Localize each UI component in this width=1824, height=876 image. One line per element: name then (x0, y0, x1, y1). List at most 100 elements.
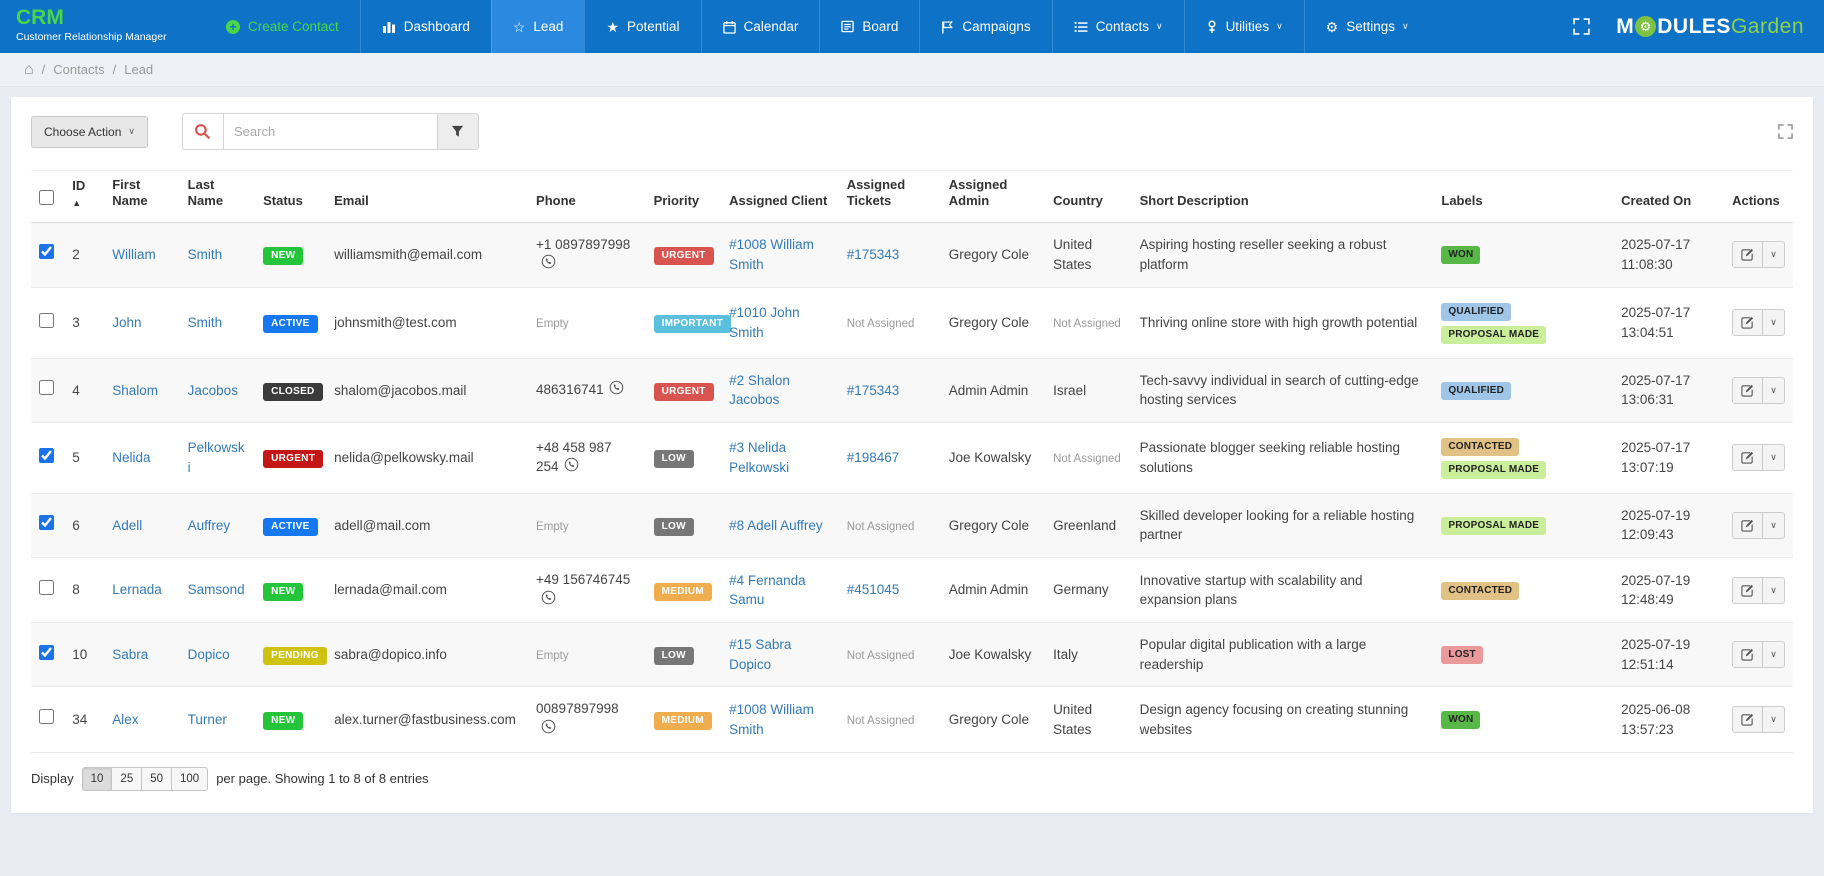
assigned-client-link[interactable]: #4 Fernanda Samu (729, 573, 806, 608)
edit-button[interactable] (1732, 444, 1763, 471)
last-name-link[interactable]: Pelkowski (188, 440, 245, 475)
sort-asc-icon[interactable]: ▲ (72, 198, 96, 209)
whatsapp-icon[interactable] (541, 254, 556, 275)
page-size-button-100[interactable]: 100 (171, 767, 208, 791)
expand-table-icon[interactable] (1778, 124, 1793, 139)
assigned-ticket-link[interactable]: #175343 (847, 383, 900, 398)
assigned-client-link[interactable]: #1008 William Smith (729, 702, 814, 737)
column-header-actions[interactable]: Actions (1724, 171, 1793, 223)
choose-action-button[interactable]: Choose Action ∨ (31, 116, 148, 148)
row-checkbox[interactable] (39, 709, 54, 724)
assigned-client-link[interactable]: #1008 William Smith (729, 237, 814, 272)
row-checkbox[interactable] (39, 580, 54, 595)
assigned-ticket-link[interactable]: #451045 (847, 582, 900, 597)
fullscreen-icon[interactable] (1573, 18, 1590, 35)
first-name-link[interactable]: Shalom (112, 383, 158, 398)
row-checkbox[interactable] (39, 244, 54, 259)
column-header-assigned-admin[interactable]: Assigned Admin (941, 171, 1045, 223)
last-name-link[interactable]: Samsond (188, 582, 245, 597)
assigned-client-link[interactable]: #1010 John Smith (729, 305, 800, 340)
column-header-status[interactable]: Status (255, 171, 326, 223)
nav-item-create-contact[interactable]: +Create Contact (205, 0, 360, 53)
whatsapp-icon[interactable] (541, 719, 556, 740)
nav-item-potential[interactable]: ★Potential (584, 0, 700, 53)
whatsapp-icon[interactable] (564, 457, 579, 478)
row-checkbox[interactable] (39, 515, 54, 530)
column-header-email[interactable]: Email (326, 171, 528, 223)
filter-button[interactable] (437, 113, 479, 150)
row-actions-dropdown-button[interactable]: ∨ (1762, 706, 1785, 733)
home-icon[interactable]: ⌂ (24, 62, 34, 78)
row-actions-dropdown-button[interactable]: ∨ (1762, 241, 1785, 268)
page-size-button-10[interactable]: 10 (82, 767, 113, 791)
nav-item-calendar[interactable]: Calendar (701, 0, 820, 53)
column-header-labels[interactable]: Labels (1433, 171, 1613, 223)
edit-button[interactable] (1732, 241, 1763, 268)
edit-button[interactable] (1732, 309, 1763, 336)
last-name-link[interactable]: Turner (188, 712, 227, 727)
column-header-priority[interactable]: Priority (646, 171, 721, 223)
first-name-link[interactable]: Lernada (112, 582, 162, 597)
whatsapp-icon[interactable] (609, 380, 624, 401)
column-header-id[interactable]: ID▲ (64, 171, 104, 223)
assigned-ticket-link[interactable]: #175343 (847, 247, 900, 262)
checkbox-cell (31, 358, 64, 422)
search-input[interactable] (223, 113, 438, 150)
created-on-cell: 2025-07-1912:09:43 (1613, 493, 1724, 557)
nav-item-dashboard[interactable]: Dashboard (360, 0, 491, 53)
last-name-link[interactable]: Dopico (188, 647, 230, 662)
nav-item-utilities[interactable]: Utilities∨ (1184, 0, 1304, 53)
nav-item-settings[interactable]: ⚙Settings∨ (1304, 0, 1430, 53)
assigned-ticket-link[interactable]: #198467 (847, 450, 900, 465)
column-header-last-name[interactable]: Last Name (180, 171, 255, 223)
select-all-checkbox[interactable] (39, 190, 54, 205)
whatsapp-icon[interactable] (541, 590, 556, 611)
nav-item-lead[interactable]: ☆Lead (491, 0, 585, 53)
row-checkbox[interactable] (39, 448, 54, 463)
first-name-link[interactable]: John (112, 315, 141, 330)
row-checkbox[interactable] (39, 380, 54, 395)
row-actions-dropdown-button[interactable]: ∨ (1762, 577, 1785, 604)
edit-button[interactable] (1732, 377, 1763, 404)
column-header-assigned-client[interactable]: Assigned Client (721, 171, 839, 223)
column-header-created-on[interactable]: Created On (1613, 171, 1724, 223)
row-checkbox[interactable] (39, 645, 54, 660)
nav-item-campaigns[interactable]: Campaigns (919, 0, 1051, 53)
breadcrumb-contacts[interactable]: Contacts (53, 62, 104, 77)
edit-button[interactable] (1732, 512, 1763, 539)
assigned-client-link[interactable]: #15 Sabra Dopico (729, 637, 791, 672)
last-name-link[interactable]: Auffrey (188, 518, 231, 533)
last-name-link[interactable]: Smith (188, 247, 223, 262)
last-name-link[interactable]: Jacobos (188, 383, 238, 398)
row-actions-dropdown-button[interactable]: ∨ (1762, 512, 1785, 539)
row-actions-dropdown-button[interactable]: ∨ (1762, 377, 1785, 404)
first-name-link[interactable]: William (112, 247, 156, 262)
navbar-right: M⚙DULESGarden (1573, 0, 1824, 53)
nav-item-contacts[interactable]: Contacts∨ (1052, 0, 1184, 53)
first-name-link[interactable]: Sabra (112, 647, 148, 662)
search-icon[interactable] (182, 113, 224, 150)
assigned-client-link[interactable]: #2 Shalon Jacobos (729, 373, 790, 408)
column-header-first-name[interactable]: First Name (104, 171, 179, 223)
column-header-country[interactable]: Country (1045, 171, 1132, 223)
column-header-phone[interactable]: Phone (528, 171, 646, 223)
first-name-link[interactable]: Nelida (112, 450, 150, 465)
assigned-client-link[interactable]: #3 Nelida Pelkowski (729, 440, 789, 475)
column-header-short-description[interactable]: Short Description (1132, 171, 1434, 223)
first-name-link[interactable]: Adell (112, 518, 142, 533)
row-actions-dropdown-button[interactable]: ∨ (1762, 641, 1785, 668)
assigned-client-link[interactable]: #8 Adell Auffrey (729, 518, 823, 533)
assigned-admin-cell: Gregory Cole (941, 687, 1045, 752)
edit-button[interactable] (1732, 641, 1763, 668)
nav-item-board[interactable]: Board (819, 0, 919, 53)
page-size-button-25[interactable]: 25 (111, 767, 142, 791)
edit-button[interactable] (1732, 577, 1763, 604)
page-size-button-50[interactable]: 50 (141, 767, 172, 791)
first-name-link[interactable]: Alex (112, 712, 138, 727)
row-checkbox[interactable] (39, 313, 54, 328)
column-header-assigned-tickets[interactable]: Assigned Tickets (839, 171, 941, 223)
edit-button[interactable] (1732, 706, 1763, 733)
row-actions-dropdown-button[interactable]: ∨ (1762, 444, 1785, 471)
last-name-link[interactable]: Smith (188, 315, 223, 330)
row-actions-dropdown-button[interactable]: ∨ (1762, 309, 1785, 336)
